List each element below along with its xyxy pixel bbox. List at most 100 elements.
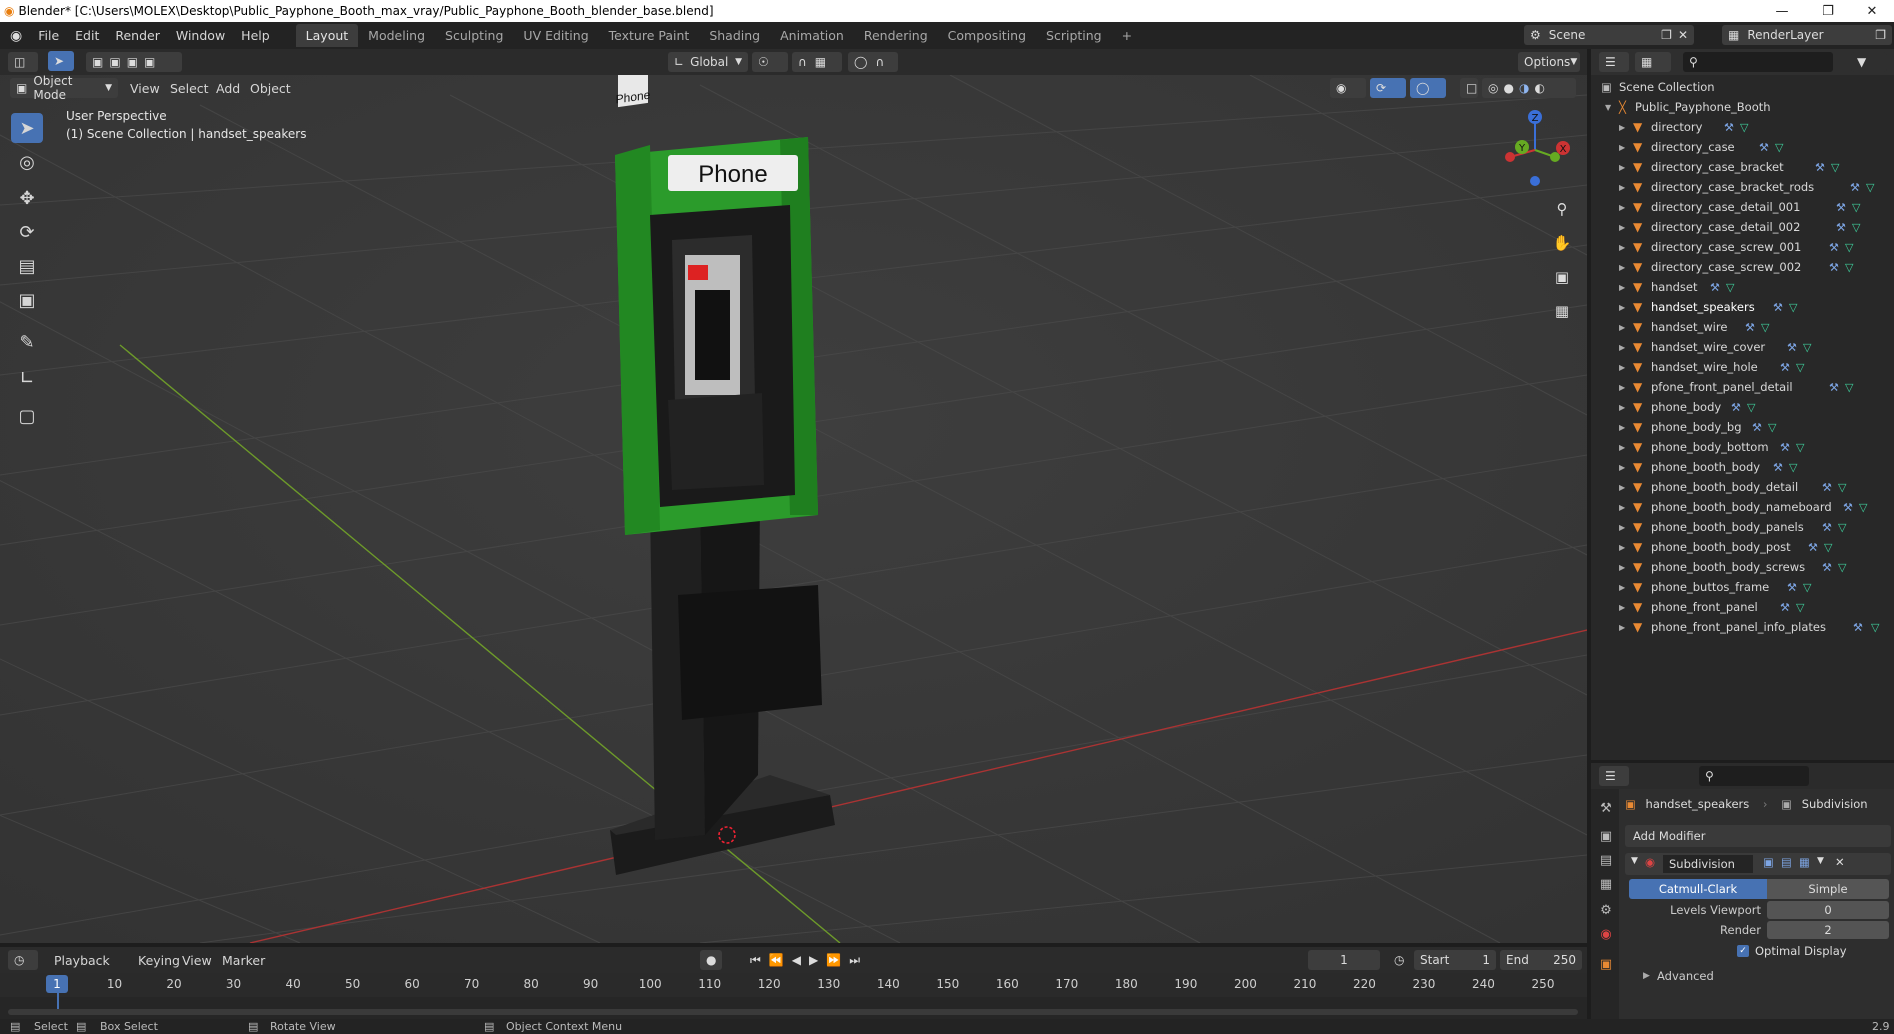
expand-arrow-icon[interactable]: ▶ <box>1619 303 1625 312</box>
modifier-wrench-icon[interactable]: ⚒ <box>1808 541 1818 554</box>
viewport-toggle-icon[interactable]: ▤ <box>1781 855 1792 869</box>
timeline-editor-type-button[interactable]: ◷ <box>8 950 38 970</box>
prev-keyframe-icon[interactable]: ⏪ <box>769 953 784 967</box>
render-layer-selector[interactable]: ▦ RenderLayer ❐ <box>1722 25 1892 45</box>
annotate-tool[interactable]: ✎ <box>11 327 43 357</box>
mesh-data-icon[interactable]: ▽ <box>1775 141 1783 154</box>
tab-rendering[interactable]: Rendering <box>854 24 938 47</box>
modifier-wrench-icon[interactable]: ⚒ <box>1780 601 1790 614</box>
expand-arrow-icon[interactable]: ▶ <box>1619 323 1625 332</box>
measure-tool[interactable]: ∟ <box>11 363 43 393</box>
outliner-item[interactable]: ▶ ▼ phone_booth_body_post ⚒ ▽ <box>1591 537 1894 557</box>
select-tool-button[interactable]: ➤ <box>48 51 74 71</box>
mesh-data-icon[interactable]: ▽ <box>1852 221 1860 234</box>
modifier-menu-chevron-icon[interactable]: ▼ <box>1817 856 1824 866</box>
remove-scene-icon[interactable]: ✕ <box>1678 28 1688 42</box>
mesh-data-icon[interactable]: ▽ <box>1866 181 1874 194</box>
modifier-wrench-icon[interactable]: ⚒ <box>1822 561 1832 574</box>
expand-arrow-icon[interactable]: ▶ <box>1619 623 1625 632</box>
viewport-menu-select[interactable]: Select <box>170 81 209 96</box>
mesh-data-icon[interactable]: ▽ <box>1824 541 1832 554</box>
object-tab-icon[interactable]: ▣ <box>1595 953 1617 975</box>
render-toggle-icon[interactable]: ▦ <box>1799 855 1810 869</box>
expand-arrow-icon[interactable]: ▶ <box>1619 403 1625 412</box>
move-tool[interactable]: ✥ <box>11 183 43 213</box>
visibility-dropdown[interactable]: ◉ <box>1330 78 1366 98</box>
expand-arrow-icon[interactable]: ▶ <box>1619 383 1625 392</box>
outliner-search-input[interactable]: ⚲ <box>1683 52 1833 72</box>
options-dropdown[interactable]: Options ▼ <box>1518 52 1580 72</box>
render-levels-field[interactable]: 2 <box>1767 921 1889 939</box>
mesh-data-icon[interactable]: ▽ <box>1740 121 1748 134</box>
modifier-wrench-icon[interactable]: ⚒ <box>1752 421 1762 434</box>
transform-tool[interactable]: ▣ <box>11 285 43 315</box>
wireframe-shading-icon[interactable]: ◎ <box>1488 81 1498 95</box>
outliner-item[interactable]: ▶ ▼ directory_case_detail_001 ⚒ ▽ <box>1591 197 1894 217</box>
tab-uv-editing[interactable]: UV Editing <box>513 24 598 47</box>
outliner-item[interactable]: ▶ ▼ phone_front_panel ⚒ ▽ <box>1591 597 1894 617</box>
modifier-wrench-icon[interactable]: ⚒ <box>1815 161 1825 174</box>
expand-arrow-icon[interactable]: ▶ <box>1619 523 1625 532</box>
scene-tab-icon[interactable]: ⚙ <box>1595 899 1617 921</box>
mesh-data-icon[interactable]: ▽ <box>1845 241 1853 254</box>
rotate-tool[interactable]: ⟳ <box>11 217 43 247</box>
tab-layout[interactable]: Layout <box>295 24 359 47</box>
expand-arrow-icon[interactable]: ▶ <box>1619 183 1625 192</box>
expand-arrow-icon[interactable]: ▶ <box>1619 163 1625 172</box>
outliner-item[interactable]: ▶ ▼ phone_booth_body ⚒ ▽ <box>1591 457 1894 477</box>
outliner-item[interactable]: ▶ ▼ directory_case_detail_002 ⚒ ▽ <box>1591 217 1894 237</box>
render-tab-icon[interactable]: ▣ <box>1595 825 1617 847</box>
modifier-name-field[interactable]: Subdivision <box>1663 855 1753 873</box>
end-frame-field[interactable]: End 250 <box>1500 950 1582 970</box>
mesh-data-icon[interactable]: ▽ <box>1789 461 1797 474</box>
mesh-data-icon[interactable]: ▽ <box>1859 501 1867 514</box>
material-shading-icon[interactable]: ◑ <box>1519 81 1529 95</box>
expand-arrow-icon[interactable]: ▶ <box>1619 423 1625 432</box>
collapse-arrow-icon[interactable]: ▼ <box>1631 856 1638 866</box>
world-tab-icon[interactable]: ◉ <box>1595 923 1617 945</box>
mesh-data-icon[interactable]: ▽ <box>1796 601 1804 614</box>
expand-arrow-icon[interactable]: ▶ <box>1619 223 1625 232</box>
ortho-grid-icon[interactable]: ▦ <box>1548 297 1576 325</box>
modifier-wrench-icon[interactable]: ⚒ <box>1787 581 1797 594</box>
snapping-toggle[interactable]: ∩ ▦ <box>792 52 842 72</box>
select-extend-icon[interactable]: ▣ <box>109 55 120 69</box>
simple-button[interactable]: Simple <box>1767 879 1889 899</box>
expand-arrow-icon[interactable]: ▶ <box>1619 583 1625 592</box>
select-new-icon[interactable]: ▣ <box>92 55 103 69</box>
outliner-item[interactable]: ▶ ▼ directory ⚒ ▽ <box>1591 117 1894 137</box>
add-cube-tool[interactable]: ▢ <box>11 401 43 431</box>
menu-render[interactable]: Render <box>107 28 168 43</box>
outliner-item[interactable]: ▶ ▼ phone_buttos_frame ⚒ ▽ <box>1591 577 1894 597</box>
outliner-scene-collection[interactable]: ▣ Scene Collection <box>1591 77 1894 97</box>
outliner-item[interactable]: ▶ ▼ phone_body ⚒ ▽ <box>1591 397 1894 417</box>
display-mode-dropdown[interactable]: ▦ <box>1635 52 1671 72</box>
solid-shading-icon[interactable]: ● <box>1503 81 1513 95</box>
modifier-wrench-icon[interactable]: ⚒ <box>1836 201 1846 214</box>
expand-arrow-icon[interactable]: ▶ <box>1619 483 1625 492</box>
expand-arrow-icon[interactable]: ▶ <box>1619 443 1625 452</box>
output-tab-icon[interactable]: ▤ <box>1595 849 1617 871</box>
edit-mode-toggle-icon[interactable]: ▣ <box>1763 855 1774 869</box>
mesh-data-icon[interactable]: ▽ <box>1796 441 1804 454</box>
select-box-tool[interactable]: ➤ <box>11 113 43 143</box>
start-frame-field[interactable]: Start 1 <box>1414 950 1496 970</box>
expand-arrow-icon[interactable]: ▶ <box>1619 463 1625 472</box>
outliner-item[interactable]: ▶ ▼ phone_booth_body_detail ⚒ ▽ <box>1591 477 1894 497</box>
timeline-area[interactable]: 1 10 20 30 40 50 60 70 80 90 100 110 120 130 140 150 160… <box>0 973 1587 1019</box>
copy-icon[interactable]: ❐ <box>1661 28 1672 42</box>
modifier-wrench-icon[interactable]: ⚒ <box>1843 501 1853 514</box>
catmull-clark-button[interactable]: Catmull-Clark <box>1629 879 1767 899</box>
timeline-view-menu[interactable]: View <box>182 953 212 968</box>
overlay-toggle[interactable]: ◯ <box>1410 78 1446 98</box>
expand-arrow-icon[interactable]: ▶ <box>1643 971 1650 981</box>
select-invert-icon[interactable]: ▣ <box>144 55 155 69</box>
camera-view-icon[interactable]: ▣ <box>1548 263 1576 291</box>
expand-arrow-icon[interactable]: ▶ <box>1619 203 1625 212</box>
gizmo-toggle[interactable]: ⟳ <box>1370 78 1406 98</box>
mesh-data-icon[interactable]: ▽ <box>1747 401 1755 414</box>
blender-menu-icon[interactable]: ◉ <box>0 28 30 44</box>
expand-arrow-icon[interactable]: ▶ <box>1619 543 1625 552</box>
selection-mode-buttons[interactable]: ▣ ▣ ▣ ▣ <box>86 52 182 72</box>
expand-arrow-icon[interactable]: ▶ <box>1619 603 1625 612</box>
